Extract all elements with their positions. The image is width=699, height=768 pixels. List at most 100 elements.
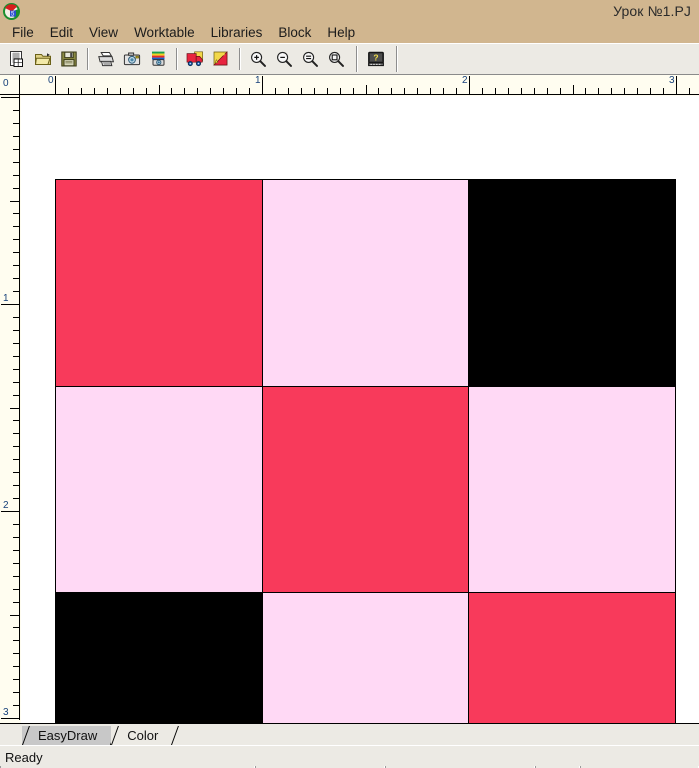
ruler-tick-minor xyxy=(106,88,108,94)
patch-r3c3-red[interactable] xyxy=(469,593,675,723)
print-button[interactable] xyxy=(94,47,118,71)
ruler-tick-minor xyxy=(585,88,587,94)
ruler-tick-major xyxy=(1,718,19,719)
block-grid[interactable] xyxy=(55,179,676,723)
zoom-out-icon xyxy=(275,50,293,68)
ruler-tick-minor xyxy=(13,459,19,461)
save-button[interactable] xyxy=(57,47,81,71)
menu-item-help[interactable]: Help xyxy=(319,24,363,41)
zoom-region-button[interactable] xyxy=(324,47,348,71)
ruler-tick-minor xyxy=(132,88,134,94)
ruler-tick-minor xyxy=(13,252,19,254)
ruler-label-v: 2 xyxy=(3,500,9,511)
ruler-tick-minor xyxy=(378,88,380,94)
ruler-label-h: 0 xyxy=(48,75,54,86)
ruler-tick-minor xyxy=(13,640,19,642)
ruler-tick-minor xyxy=(13,278,19,280)
ruler-tick-minor xyxy=(13,265,19,267)
ruler-tick-minor xyxy=(546,88,548,94)
menu-item-edit[interactable]: Edit xyxy=(42,24,81,41)
zoom-region-icon xyxy=(327,50,345,68)
horizontal-ruler[interactable]: 0 1 2 3 xyxy=(0,75,699,95)
ruler-tick-minor xyxy=(507,88,509,94)
menu-item-file[interactable]: File xyxy=(4,24,42,41)
toolbar-separator-5 xyxy=(396,46,398,72)
ruler-tick-minor xyxy=(430,88,432,94)
vertical-ruler[interactable]: 0 1 2 3 xyxy=(0,75,20,720)
toolbar-separator-3 xyxy=(239,48,241,70)
patch-r1c2-pink[interactable] xyxy=(262,180,469,386)
ruler-tick-minor xyxy=(417,88,419,94)
menu-item-worktable[interactable]: Worktable xyxy=(126,24,203,41)
print-color-button[interactable] xyxy=(146,47,170,71)
ruler-tick-minor xyxy=(13,549,19,551)
ruler-tick-minor xyxy=(171,88,173,94)
ruler-tick-minor xyxy=(13,536,19,538)
ruler-tick-minor xyxy=(249,88,251,94)
ruler-tick-minor xyxy=(598,88,600,94)
help-monitor-icon: ? xyxy=(367,50,385,68)
svg-text:?: ? xyxy=(373,53,378,63)
ruler-label-h: 2 xyxy=(462,75,468,86)
ruler-tick-minor xyxy=(13,368,19,370)
ruler-tick-minor xyxy=(326,88,328,94)
ruler-tick-minor xyxy=(13,122,19,124)
camera-icon xyxy=(123,50,141,68)
toolbar-separator-4 xyxy=(356,46,358,72)
patch-r1c1-red[interactable] xyxy=(56,180,262,386)
snapshot-button[interactable] xyxy=(120,47,144,71)
import-block-button[interactable] xyxy=(209,47,233,71)
ruler-tick-minor xyxy=(13,213,19,215)
ruler-tick-minor xyxy=(13,342,19,344)
zoom-in-button[interactable] xyxy=(246,47,270,71)
ruler-tick-minor xyxy=(80,88,82,94)
ruler-tick-minor xyxy=(13,692,19,694)
ruler-label-h: 3 xyxy=(669,75,675,86)
menu-item-libraries[interactable]: Libraries xyxy=(203,24,271,41)
ruler-tick-minor xyxy=(67,88,69,94)
ruler-tick-minor xyxy=(300,88,302,94)
zoom-fit-button[interactable] xyxy=(298,47,322,71)
tab-color[interactable]: Color xyxy=(111,726,173,745)
ruler-tick-minor xyxy=(210,88,212,94)
ruler-tick-minor xyxy=(13,562,19,564)
ruler-tick-minor xyxy=(223,88,225,94)
ruler-tick-major xyxy=(1,97,19,98)
new-document-button[interactable] xyxy=(5,47,29,71)
window-title: Урок №1.PJ xyxy=(613,3,691,19)
ruler-tick-minor xyxy=(365,85,367,94)
ruler-tick-minor xyxy=(559,88,561,94)
menu-item-view[interactable]: View xyxy=(81,24,126,41)
toolbar-separator-1 xyxy=(87,48,89,70)
zoom-fit-icon xyxy=(301,50,319,68)
zoom-out-button[interactable] xyxy=(272,47,296,71)
patch-r2c2-red[interactable] xyxy=(262,386,469,593)
ruler-tick-minor xyxy=(274,88,276,94)
ruler-tick-minor xyxy=(13,226,19,228)
ruler-tick-minor xyxy=(13,601,19,603)
ruler-tick-major xyxy=(1,304,19,305)
work-area: 0 1 2 3 0 1 2 3 0 xyxy=(0,75,699,723)
ruler-tick-major xyxy=(1,511,19,512)
ruler-tick-minor xyxy=(13,316,19,318)
tab-easydraw[interactable]: EasyDraw xyxy=(22,726,112,745)
patch-r2c3-pink[interactable] xyxy=(469,386,675,593)
patch-r2c1-pink[interactable] xyxy=(56,386,262,593)
patch-r3c1-black[interactable] xyxy=(56,593,262,723)
ruler-tick-minor xyxy=(13,394,19,396)
app-logo-icon: 5 xyxy=(3,2,20,20)
patch-r1c3-black[interactable] xyxy=(469,180,675,386)
export-block-button[interactable] xyxy=(183,47,207,71)
help-button[interactable]: ? xyxy=(364,47,388,71)
patch-r3c2-pink[interactable] xyxy=(262,593,469,723)
open-file-button[interactable] xyxy=(31,47,55,71)
ruler-corner-label: 0 xyxy=(3,78,9,89)
ruler-tick-minor xyxy=(339,88,341,94)
ruler-tick-minor xyxy=(10,614,19,616)
block-worktable[interactable] xyxy=(21,96,699,723)
ruler-label-v: 1 xyxy=(3,293,9,304)
tab-bar: EasyDraw Color xyxy=(0,723,699,745)
menu-item-block[interactable]: Block xyxy=(270,24,319,41)
ruler-tick-minor xyxy=(13,161,19,163)
ruler-tick-minor xyxy=(13,187,19,189)
